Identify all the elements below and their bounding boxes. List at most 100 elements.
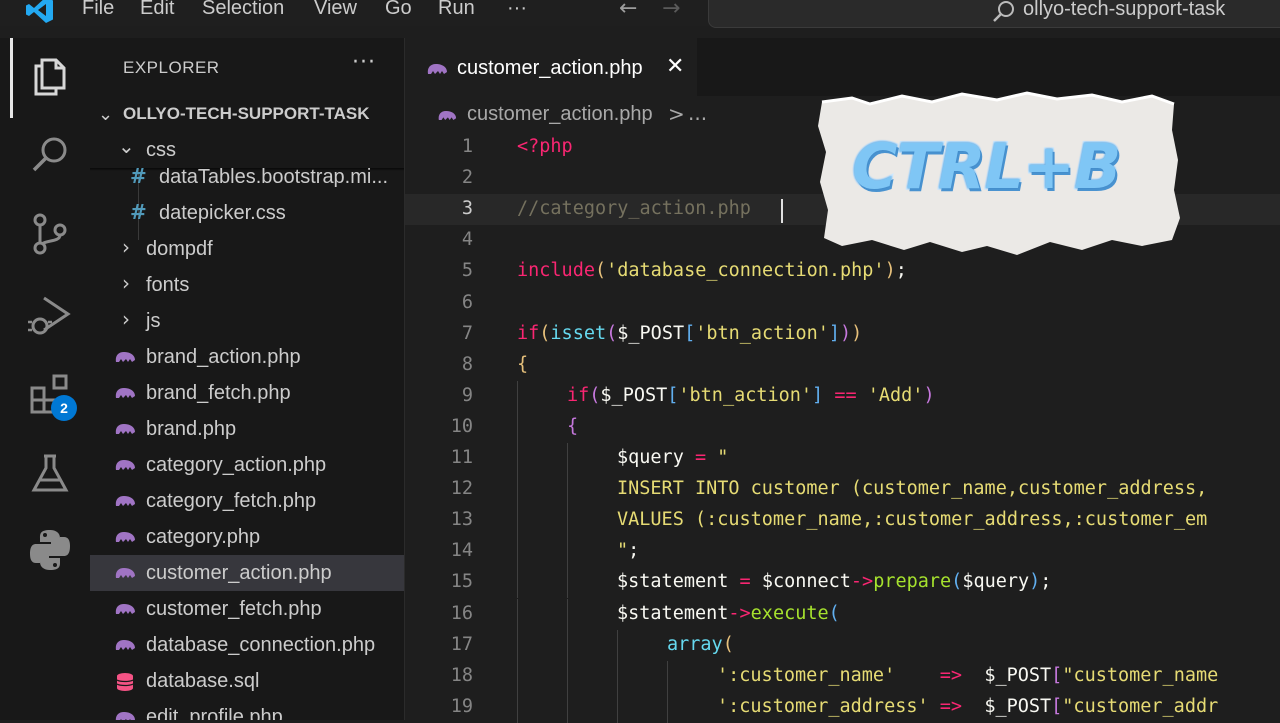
line-number: 13 bbox=[450, 509, 473, 531]
search-icon[interactable] bbox=[26, 130, 74, 178]
code-token: ) bbox=[851, 322, 863, 344]
run-debug-icon[interactable] bbox=[26, 292, 74, 340]
tree-item-brand-fetch[interactable]: brand_fetch.php bbox=[90, 375, 404, 411]
php-file-icon bbox=[115, 568, 135, 578]
vscode-logo-icon bbox=[26, 0, 53, 23]
root-folder[interactable]: ⌄ OLLYO-TECH-SUPPORT-TASK bbox=[90, 100, 404, 130]
tree-item-brand-action[interactable]: brand_action.php bbox=[90, 339, 404, 375]
code-line[interactable]: 6 bbox=[405, 288, 1280, 319]
indent-guide bbox=[517, 474, 518, 506]
code-token: " bbox=[717, 447, 729, 468]
code-text: $query = " bbox=[617, 447, 728, 468]
css-file-icon: # bbox=[130, 164, 147, 188]
code-token: 'Add' bbox=[867, 384, 924, 406]
indent-guide bbox=[517, 505, 518, 537]
menu-selection[interactable]: Selection bbox=[202, 0, 284, 20]
menu-edit[interactable]: Edit bbox=[140, 0, 174, 20]
back-arrow-icon[interactable]: ← bbox=[619, 0, 637, 21]
code-token: ( bbox=[539, 322, 551, 344]
code-line[interactable]: 7 if(isset($_POST['btn_action'])) bbox=[405, 319, 1280, 350]
code-line[interactable]: 9 if($_POST['btn_action'] == 'Add') bbox=[405, 380, 1280, 412]
indent-guide bbox=[617, 660, 618, 692]
code-line[interactable]: 17 array( bbox=[405, 629, 1280, 661]
code-line[interactable]: 8{ bbox=[405, 350, 1280, 381]
code-token: ( bbox=[594, 260, 607, 282]
indent-guide bbox=[517, 567, 518, 599]
tree-item-label: category_action.php bbox=[146, 454, 327, 476]
indent-guide bbox=[567, 598, 568, 630]
tree-item-datatables-css[interactable]: # dataTables.bootstrap.mi... bbox=[90, 159, 404, 195]
indent-guide bbox=[517, 598, 518, 630]
code-line[interactable]: 19 ':customer_address' => $_POST["custome… bbox=[405, 691, 1280, 723]
line-number: 6 bbox=[461, 291, 473, 313]
code-token: ) bbox=[1029, 571, 1041, 593]
tree-item-edit-profile[interactable]: edit_profile.php bbox=[90, 699, 404, 720]
command-center-title[interactable]: ollyo-tech-support-task bbox=[1023, 0, 1225, 21]
tree-item-label: category.php bbox=[146, 526, 261, 548]
close-icon[interactable]: ✕ bbox=[666, 54, 684, 79]
menu-file[interactable]: File bbox=[82, 0, 114, 20]
php-file-icon bbox=[115, 424, 135, 434]
tree-item-database-connection[interactable]: database_connection.php bbox=[90, 627, 404, 663]
menu-go[interactable]: Go bbox=[385, 0, 412, 20]
code-line[interactable]: 18 ':customer_name' => $_POST["customer_n… bbox=[405, 660, 1280, 692]
code-text: //category_action.php bbox=[517, 198, 751, 219]
code-line[interactable]: 15 $statement = $connect->prepare($query)… bbox=[405, 567, 1280, 599]
tree-item-customer-fetch[interactable]: customer_fetch.php bbox=[90, 591, 404, 627]
tree-item-label: dompdf bbox=[146, 238, 213, 260]
code-line[interactable]: 11 $query = " bbox=[405, 443, 1280, 475]
code-text: ':customer_address' => $_POST["customer_… bbox=[717, 696, 1218, 717]
code-text: { bbox=[517, 354, 528, 375]
tree-item-category[interactable]: category.php bbox=[90, 519, 404, 555]
database-icon bbox=[116, 673, 134, 691]
line-number: 18 bbox=[450, 664, 473, 686]
code-line[interactable]: 13 VALUES (:customer_name,:customer_addre… bbox=[405, 505, 1280, 537]
forward-arrow-icon[interactable]: → bbox=[662, 0, 680, 21]
code-token: $query bbox=[617, 447, 684, 468]
indent-guide bbox=[567, 474, 568, 506]
explorer-more-button[interactable]: ··· bbox=[352, 50, 376, 75]
tree-item-category-fetch[interactable]: category_fetch.php bbox=[90, 483, 404, 519]
code-token: ; bbox=[628, 540, 640, 562]
php-file-icon bbox=[115, 460, 135, 470]
code-text: ':customer_name' => $_POST["customer_nam… bbox=[717, 665, 1218, 686]
code-token: ':customer_address' bbox=[717, 695, 929, 717]
shortcut-overlay-text: CTRL+B bbox=[850, 129, 1122, 205]
tree-item-js[interactable]: › js bbox=[90, 303, 404, 339]
indent-guide bbox=[667, 691, 668, 723]
tab-label[interactable]: customer_action.php bbox=[457, 57, 643, 80]
code-line[interactable]: 16 $statement->execute( bbox=[405, 598, 1280, 630]
code-token: [ bbox=[667, 384, 679, 406]
tree-item-label: brand_fetch.php bbox=[146, 382, 291, 404]
code-token: "customer_name bbox=[1062, 664, 1219, 686]
code-token: [ bbox=[1051, 695, 1063, 717]
tree-item-fonts[interactable]: › fonts bbox=[90, 267, 404, 303]
code-line[interactable]: 14 "; bbox=[405, 536, 1280, 568]
tree-item-dompdf[interactable]: › dompdf bbox=[90, 231, 404, 267]
tree-item-customer-action[interactable]: customer_action.php bbox=[90, 555, 404, 591]
code-token: $query bbox=[962, 571, 1030, 593]
breadcrumb-symbols[interactable]: ... bbox=[688, 101, 707, 125]
testing-icon[interactable] bbox=[26, 450, 74, 498]
line-number: 1 bbox=[461, 136, 473, 157]
menu-view[interactable]: View bbox=[314, 0, 357, 20]
line-number: 19 bbox=[450, 695, 473, 717]
menu-more[interactable]: ··· bbox=[507, 0, 527, 20]
code-line[interactable]: 12 INSERT INTO customer (customer_name,cu… bbox=[405, 474, 1280, 506]
code-token: "customer_addr bbox=[1062, 695, 1219, 717]
line-number: 16 bbox=[450, 602, 473, 624]
tree-item-category-action[interactable]: category_action.php bbox=[90, 447, 404, 483]
code-token: -> bbox=[850, 571, 874, 593]
tree-item-brand[interactable]: brand.php bbox=[90, 411, 404, 447]
code-line[interactable]: 10 { bbox=[405, 411, 1280, 443]
extensions-badge: 2 bbox=[51, 395, 77, 421]
tree-item-database-sql[interactable]: database.sql bbox=[90, 663, 404, 699]
files-icon[interactable] bbox=[26, 52, 74, 100]
python-icon[interactable] bbox=[26, 526, 74, 574]
breadcrumb-file[interactable]: customer_action.php bbox=[467, 103, 653, 126]
indent-guide bbox=[567, 629, 568, 661]
line-number: 12 bbox=[450, 478, 473, 500]
source-control-icon[interactable] bbox=[26, 210, 74, 258]
tree-item-datepicker-css[interactable]: # datepicker.css bbox=[90, 195, 404, 231]
menu-run[interactable]: Run bbox=[438, 0, 475, 20]
